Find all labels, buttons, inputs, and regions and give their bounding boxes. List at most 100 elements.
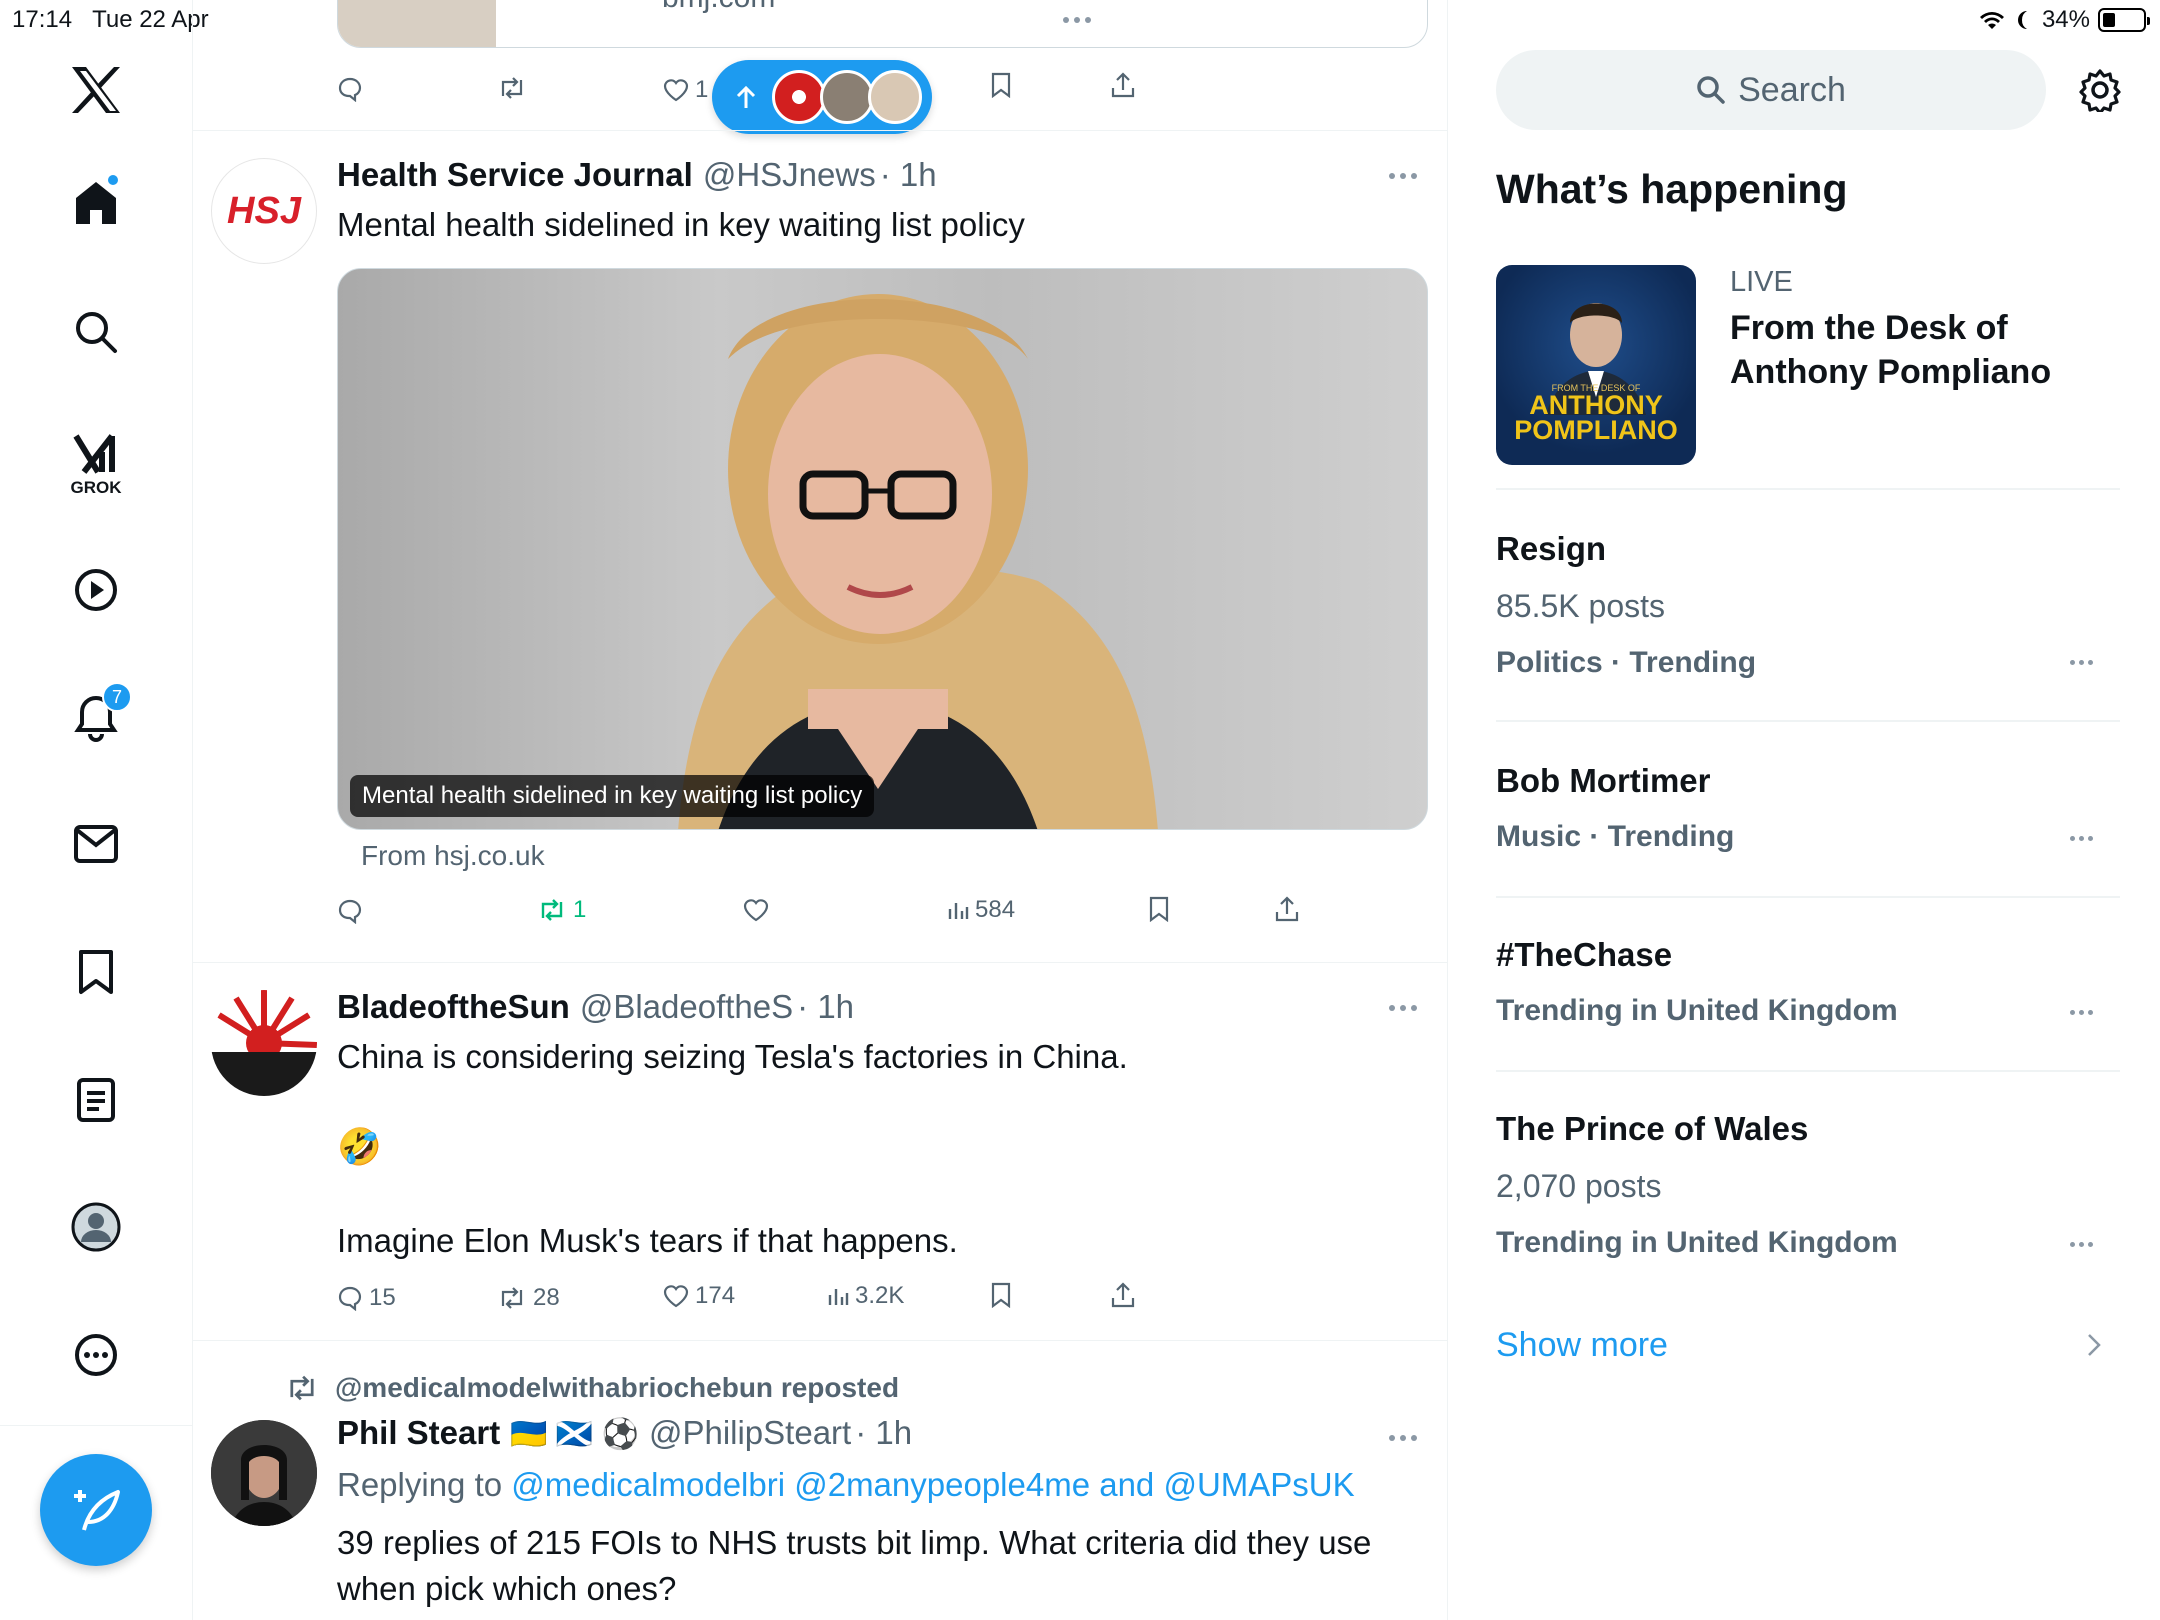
left-nav: GROK 7 (0, 0, 193, 1620)
repost-context-text: @medicalmodelwithabriochebun reposted (335, 1372, 900, 1403)
repost-button[interactable]: 28 (497, 1284, 560, 1312)
pill-avatar-2 (820, 70, 874, 124)
views-icon (948, 903, 969, 919)
trend-more-icon[interactable] (2070, 660, 2100, 670)
new-posts-pill[interactable] (712, 60, 932, 134)
repost-icon (501, 77, 523, 99)
grok-nav-item[interactable]: GROK (64, 425, 128, 505)
share-button[interactable] (1111, 1282, 1135, 1308)
trend-divider (1496, 1070, 2120, 1072)
post-divider (193, 962, 1448, 963)
right-sidebar: Search What’s happening FROM THE DESK OF… (1448, 0, 2160, 1620)
lists-icon[interactable] (64, 1068, 128, 1132)
prev-link-card[interactable]: bmj.com (337, 0, 1428, 48)
share-button[interactable] (1275, 896, 1299, 922)
bookmarks-icon[interactable] (64, 940, 128, 1004)
prev-bookmark-button[interactable] (990, 72, 1012, 98)
trend-posts: 85.5K posts (1496, 588, 1665, 624)
hsj-logo-text: HSJ (227, 189, 301, 232)
author-name[interactable]: Phil Steart (337, 1414, 500, 1452)
trend-more-icon[interactable] (2070, 1242, 2100, 1252)
like-button[interactable] (743, 898, 769, 922)
trend-title: Bob Mortimer (1496, 762, 1711, 799)
replying-to-line: Replying to @medicalmodelbri @2manypeopl… (337, 1462, 1355, 1508)
repost-icon (541, 899, 563, 921)
search-input[interactable]: Search (1496, 50, 2046, 130)
laughing-emoji: 🤣 (337, 1126, 382, 1167)
live-event-image: FROM THE DESK OF ANTHONY POMPLIANO (1496, 265, 1696, 465)
trend-more-icon[interactable] (2070, 836, 2100, 846)
chevron-right-icon[interactable] (2086, 1332, 2102, 1358)
live-title: From the Desk of Anthony Pompliano (1730, 309, 2052, 391)
post-time[interactable]: · 1h (855, 1414, 912, 1452)
prev-like-button[interactable]: 1 (663, 76, 708, 104)
trend-category: Trending in United Kingdom (1496, 994, 1898, 1027)
messages-icon[interactable] (64, 812, 128, 876)
compose-button[interactable] (40, 1454, 152, 1566)
bookmark-button[interactable] (1148, 896, 1170, 922)
home-unread-dot (106, 173, 120, 187)
author-flags: 🇺🇦 🏴󠁧󠁢󠁳󠁣󠁴󠁿 ⚽ (510, 1418, 639, 1451)
link-source[interactable]: From hsj.co.uk (361, 840, 545, 872)
video-icon[interactable] (64, 558, 128, 622)
like-icon (663, 1285, 689, 1308)
replying-to-links[interactable]: @medicalmodelbri @2manypeople4me and @UM… (511, 1466, 1354, 1503)
author-handle[interactable]: @HSJnews (703, 156, 876, 194)
arrow-up-icon (736, 85, 756, 108)
repost-context[interactable]: @medicalmodelwithabriochebun reposted (285, 1372, 899, 1404)
views-icon (828, 1289, 849, 1305)
trend-posts: 2,070 posts (1496, 1168, 1662, 1204)
bookmark-button[interactable] (990, 1282, 1012, 1308)
author-handle[interactable]: @BladeoftheS (580, 988, 793, 1026)
post-more-icon[interactable] (1383, 998, 1423, 1018)
views-count: 584 (975, 896, 1016, 923)
compose-icon (74, 1490, 120, 1531)
like-button[interactable]: 174 (663, 1282, 735, 1310)
trend-title: #TheChase (1496, 936, 1673, 973)
prev-link-domain: bmj.com (662, 0, 775, 15)
author-handle[interactable]: @PhilipSteart (649, 1414, 851, 1452)
views-button[interactable]: 3.2K (827, 1282, 904, 1310)
avatar[interactable]: HSJ (211, 158, 317, 264)
post-header: Health Service Journal @HSJnews · 1h (337, 156, 937, 194)
author-name[interactable]: BladeoftheSun (337, 988, 570, 1026)
reply-button[interactable]: 15 (337, 1284, 396, 1312)
post-time[interactable]: · 1h (797, 988, 854, 1026)
repost-button[interactable]: 1 (537, 896, 586, 924)
avatar[interactable] (211, 1420, 317, 1526)
repost-icon (290, 1375, 314, 1401)
home-icon[interactable] (64, 171, 128, 235)
post-more-icon[interactable] (1383, 166, 1423, 186)
post-divider (193, 130, 1448, 131)
trend-category: Trending in United Kingdom (1496, 1226, 1898, 1259)
profile-icon[interactable] (64, 1195, 128, 1259)
live-label: LIVE (1730, 266, 1793, 298)
prev-share-button[interactable] (1111, 72, 1135, 98)
post-header: BladeoftheSun @BladeoftheS · 1h (337, 988, 854, 1026)
post-more-icon[interactable] (1383, 1428, 1423, 1448)
repost-count: 1 (573, 896, 587, 923)
grok-icon (73, 434, 115, 474)
more-icon[interactable] (64, 1323, 128, 1387)
x-logo-icon[interactable] (64, 58, 128, 122)
search-icon[interactable] (64, 300, 128, 364)
reply-icon (338, 77, 362, 102)
prev-repost-button[interactable] (497, 76, 527, 100)
trend-more-icon[interactable] (2070, 1010, 2100, 1020)
bookmark-icon (991, 1282, 1011, 1308)
whats-happening-title: What’s happening (1496, 166, 1848, 212)
notifications-icon[interactable]: 7 (64, 682, 132, 750)
media-more-icon[interactable] (1057, 10, 1097, 30)
post-media-image[interactable]: Mental health sidelined in key waiting l… (337, 268, 1428, 830)
avatar[interactable] (211, 990, 317, 1096)
reply-button[interactable] (337, 898, 363, 924)
prev-reply-button[interactable] (337, 76, 363, 102)
post-header: Phil Steart 🇺🇦 🏴󠁧󠁢󠁳󠁣󠁴󠁿 ⚽ @PhilipSteart ·… (337, 1414, 912, 1452)
views-button[interactable]: 584 (947, 896, 1015, 924)
show-more-link[interactable]: Show more (1496, 1326, 1668, 1365)
gear-icon[interactable] (2078, 68, 2122, 112)
author-name[interactable]: Health Service Journal (337, 156, 693, 194)
post-time[interactable]: · 1h (880, 156, 937, 194)
post-text-line2: Imagine Elon Musk's tears if that happen… (337, 1222, 958, 1259)
search-placeholder: Search (1738, 70, 1846, 109)
